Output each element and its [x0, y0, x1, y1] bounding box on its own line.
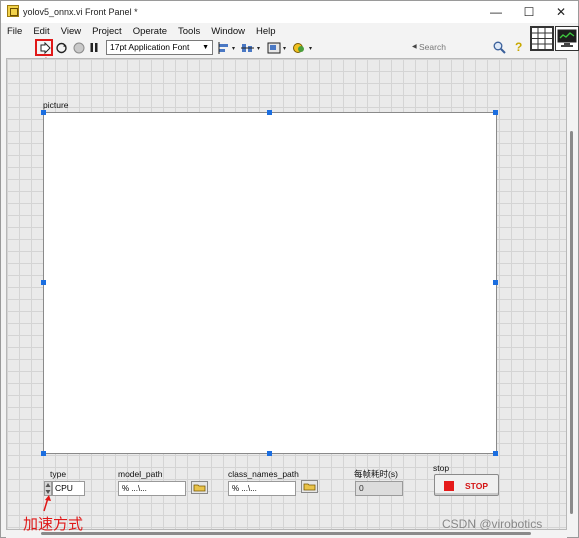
- resize-handle[interactable]: [267, 110, 272, 115]
- distribute-icon[interactable]: [241, 40, 263, 55]
- abort-icon[interactable]: [72, 40, 86, 55]
- font-select[interactable]: 17pt Application Font ▼: [106, 40, 213, 55]
- help-icon[interactable]: ?: [515, 40, 522, 54]
- labview-vi-icon: [7, 5, 19, 17]
- menu-view[interactable]: View: [61, 26, 81, 37]
- picture-label: picture: [43, 100, 69, 110]
- maximize-button[interactable]: ☐: [511, 3, 547, 21]
- menu-project[interactable]: Project: [92, 26, 122, 37]
- reorder-icon[interactable]: [293, 40, 315, 55]
- resize-handle[interactable]: [41, 451, 46, 456]
- picture-indicator[interactable]: [43, 112, 497, 454]
- annotation-control-mode-label: 加速方式: [23, 515, 84, 533]
- front-panel-window: yolov5_onnx.vi Front Panel * — ☐ ✕ File …: [0, 0, 579, 538]
- resize-handle[interactable]: [493, 451, 498, 456]
- toolbar: 17pt Application Font ▼ ◀ Search ?: [1, 39, 528, 57]
- resize-icon[interactable]: [267, 40, 289, 55]
- stop-label: stop: [433, 463, 450, 473]
- class-names-path-browse-button[interactable]: [301, 480, 318, 493]
- watermark: CSDN @virobotics: [442, 517, 543, 531]
- resize-handle[interactable]: [493, 110, 498, 115]
- connector-pane-icon[interactable]: [530, 26, 554, 51]
- vertical-scroll-thumb[interactable]: [570, 131, 573, 514]
- chevron-down-icon: ▼: [202, 44, 209, 51]
- time-per-frame-label: 每帧耗时(s): [354, 469, 398, 479]
- menu-help[interactable]: Help: [256, 26, 276, 37]
- horizontal-scroll-thumb[interactable]: [41, 532, 531, 535]
- model-path-browse-button[interactable]: [191, 481, 208, 494]
- menu-edit[interactable]: Edit: [33, 26, 49, 37]
- run-arrow-icon[interactable]: [38, 40, 51, 55]
- stop-indicator-icon: [444, 481, 454, 491]
- menu-tools[interactable]: Tools: [178, 26, 200, 37]
- search-icon[interactable]: [493, 41, 506, 54]
- resize-handle[interactable]: [267, 451, 272, 456]
- stop-button[interactable]: STOP: [434, 474, 499, 496]
- font-select-value: 17pt Application Font: [110, 42, 190, 52]
- model-path-label: model_path: [118, 469, 163, 479]
- annotation-arrow-icon: [43, 495, 51, 512]
- pause-icon[interactable]: [88, 40, 100, 55]
- menu-window[interactable]: Window: [211, 26, 245, 37]
- title-bar: yolov5_onnx.vi Front Panel * — ☐ ✕: [1, 1, 578, 23]
- stop-button-text: STOP: [465, 481, 488, 491]
- resize-handle[interactable]: [41, 280, 46, 285]
- minimize-button[interactable]: —: [478, 3, 514, 21]
- close-button[interactable]: ✕: [543, 3, 579, 21]
- class-names-path-label: class_names_path: [228, 469, 299, 479]
- folder-icon: [193, 484, 206, 492]
- run-continuously-icon[interactable]: [54, 40, 68, 55]
- type-label: type: [50, 469, 67, 479]
- time-per-frame-indicator: 0: [355, 481, 403, 496]
- window-title: yolov5_onnx.vi Front Panel *: [23, 7, 138, 17]
- model-path-field[interactable]: % ...\...: [118, 481, 186, 496]
- menu-operate[interactable]: Operate: [133, 26, 167, 37]
- class-names-path-field[interactable]: % ...\...: [228, 481, 296, 496]
- vi-monitor-icon[interactable]: [555, 26, 579, 51]
- type-ring-value: CPU: [52, 481, 85, 496]
- folder-icon: [303, 483, 316, 491]
- resize-handle[interactable]: [41, 110, 46, 115]
- menu-bar: File Edit View Project Operate Tools Win…: [1, 23, 528, 39]
- menu-file[interactable]: File: [7, 26, 22, 37]
- resize-handle[interactable]: [493, 280, 498, 285]
- align-icon[interactable]: [218, 40, 238, 55]
